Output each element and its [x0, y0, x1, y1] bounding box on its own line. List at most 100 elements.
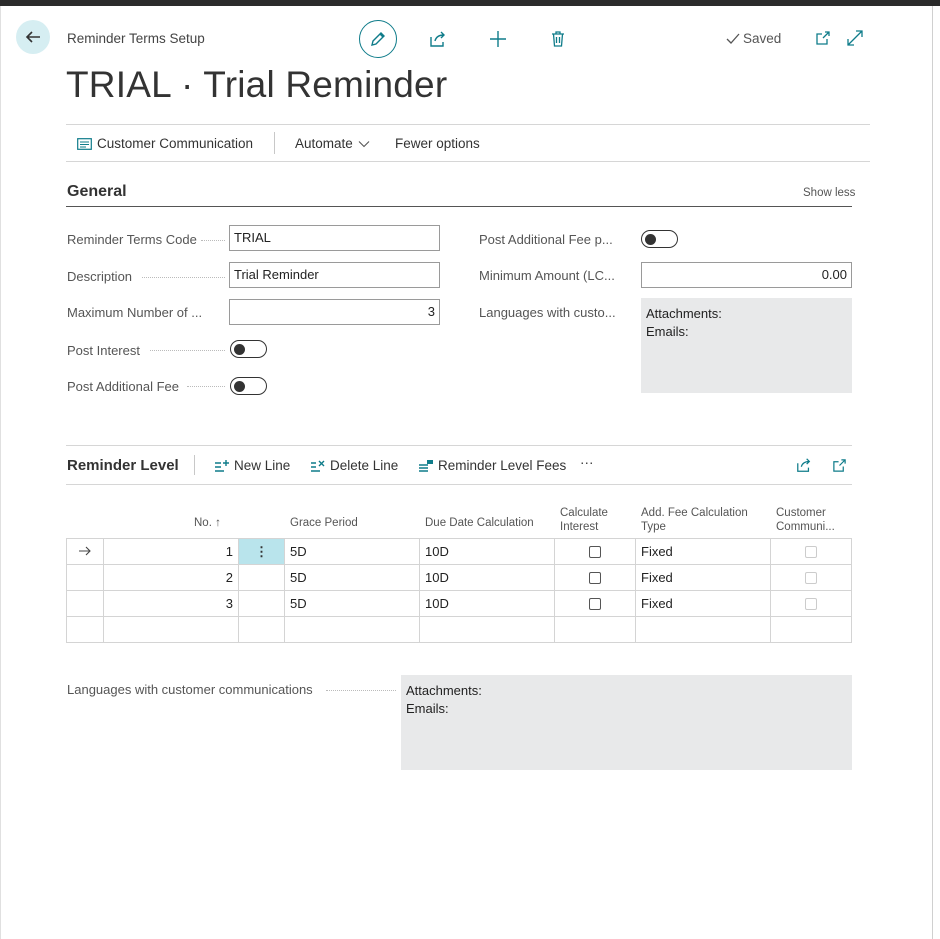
new-button[interactable]	[487, 28, 509, 50]
cell-no[interactable]: 2	[103, 564, 239, 591]
max-number-field[interactable]: 3	[229, 299, 440, 325]
general-section-underline	[66, 206, 852, 207]
languages-label: Languages with custo...	[479, 305, 616, 320]
action-bar-bottom-divider	[66, 161, 870, 162]
edit-button[interactable]	[359, 20, 397, 58]
toggle-knob	[234, 380, 245, 392]
cell-grace-period[interactable]: 5D	[284, 590, 420, 617]
minimum-amount-field[interactable]: 0.00	[641, 262, 852, 288]
cell-add-fee-type[interactable]	[635, 616, 771, 643]
col-header-due-date-calculation[interactable]: Due Date Calculation	[425, 516, 534, 530]
open-new-window-button[interactable]	[813, 28, 833, 48]
checkbox-disabled	[805, 571, 817, 584]
more-options-button[interactable]: ···	[580, 455, 594, 470]
delete-button[interactable]	[547, 28, 569, 50]
footer-attachments-label[interactable]: Attachments:	[406, 682, 847, 700]
checkbox[interactable]	[589, 545, 601, 558]
cell-no[interactable]: 3	[103, 590, 239, 617]
open-new-window-icon	[816, 31, 830, 45]
row-indicator	[66, 538, 104, 565]
footer-languages-label: Languages with customer communications	[67, 682, 313, 697]
cell-grace-period[interactable]	[284, 616, 420, 643]
footer-emails-label[interactable]: Emails:	[406, 700, 847, 718]
checkbox[interactable]	[589, 597, 601, 610]
col-header-line: Communi...	[776, 521, 835, 533]
left-border	[0, 6, 1, 939]
post-interest-label: Post Interest	[67, 343, 140, 358]
checkbox-disabled	[805, 545, 817, 558]
delete-line-button[interactable]: Delete Line	[310, 458, 398, 473]
table-row[interactable]: 2 5D 10D Fixed	[66, 564, 852, 591]
post-additional-fee-toggle[interactable]	[230, 377, 267, 395]
col-header-line: Type	[641, 521, 666, 533]
col-header-calculate-interest[interactable]: Calculate Interest	[560, 506, 608, 534]
fewer-options-label: Fewer options	[395, 136, 480, 151]
new-line-button[interactable]: New Line	[214, 458, 290, 473]
row-actions-cell[interactable]	[238, 616, 285, 643]
cell-calculate-interest[interactable]	[554, 616, 636, 643]
breadcrumb[interactable]: Reminder Terms Setup	[67, 31, 205, 46]
cell-add-fee-type[interactable]: Fixed	[635, 564, 771, 591]
col-header-no[interactable]: No. ↑	[194, 516, 221, 530]
leader-dots	[187, 386, 225, 388]
col-header-grace-period[interactable]: Grace Period	[290, 516, 358, 530]
vertical-ellipsis-icon[interactable]: ⋮	[255, 544, 268, 559]
checkbox[interactable]	[589, 571, 601, 584]
cell-add-fee-type[interactable]: Fixed	[635, 538, 771, 565]
cell-calculate-interest[interactable]	[554, 538, 636, 565]
reminder-level-fees-label: Reminder Level Fees	[438, 458, 567, 473]
cell-add-fee-type[interactable]: Fixed	[635, 590, 771, 617]
post-interest-toggle[interactable]	[230, 340, 267, 358]
fees-icon	[419, 459, 433, 472]
window-top-bar	[0, 0, 940, 6]
table-row[interactable]: 3 5D 10D Fixed	[66, 590, 852, 617]
languages-box[interactable]: Attachments: Emails:	[641, 298, 852, 393]
cell-due-date-calculation[interactable]: 10D	[419, 590, 555, 617]
share-button[interactable]	[427, 28, 449, 50]
col-header-line: Add. Fee Calculation	[641, 507, 748, 519]
emails-label[interactable]: Emails:	[646, 323, 847, 341]
show-less-link[interactable]: Show less	[803, 187, 855, 199]
cell-calculate-interest[interactable]	[554, 564, 636, 591]
description-field[interactable]: Trial Reminder	[229, 262, 440, 288]
pencil-icon	[371, 32, 385, 46]
delete-line-icon	[311, 460, 325, 472]
col-header-customer-communications[interactable]: Customer Communi...	[776, 506, 835, 534]
expand-icon	[847, 30, 863, 46]
open-new-window-icon	[832, 458, 846, 472]
cell-no[interactable]: 1	[103, 538, 239, 565]
cell-calculate-interest[interactable]	[554, 590, 636, 617]
col-header-add-fee-calculation-type[interactable]: Add. Fee Calculation Type	[641, 506, 748, 534]
customer-communication-label: Customer Communication	[97, 136, 254, 151]
row-actions-cell[interactable]	[238, 564, 285, 591]
subpage-expand-button[interactable]	[829, 455, 849, 475]
cell-due-date-calculation[interactable]: 10D	[419, 564, 555, 591]
row-actions-cell[interactable]	[238, 590, 285, 617]
post-add-fee-per-line-toggle[interactable]	[641, 230, 678, 248]
reminder-level-title[interactable]: Reminder Level	[67, 457, 179, 474]
fewer-options-button[interactable]: Fewer options	[395, 136, 480, 151]
row-actions-cell[interactable]: ⋮	[238, 538, 285, 565]
automate-menu[interactable]: Automate	[295, 136, 370, 151]
back-button[interactable]	[16, 20, 50, 54]
cell-due-date-calculation[interactable]: 10D	[419, 538, 555, 565]
cell-customer-communications	[770, 564, 852, 591]
cell-due-date-calculation[interactable]	[419, 616, 555, 643]
footer-languages-box[interactable]: Attachments: Emails:	[401, 675, 852, 770]
automate-label: Automate	[295, 136, 353, 151]
reminder-terms-code-field[interactable]: TRIAL	[229, 225, 440, 251]
general-section-title[interactable]: General	[67, 183, 127, 201]
new-line-icon	[215, 459, 229, 472]
cell-grace-period[interactable]: 5D	[284, 564, 420, 591]
cell-customer-communications	[770, 538, 852, 565]
table-row[interactable]: 1 ⋮ 5D 10D Fixed	[66, 538, 852, 565]
subpage-share-button[interactable]	[794, 455, 814, 475]
minimum-amount-label: Minimum Amount (LC...	[479, 268, 615, 283]
expand-button[interactable]	[845, 28, 865, 48]
attachments-label[interactable]: Attachments:	[646, 305, 847, 323]
reminder-level-fees-button[interactable]: Reminder Level Fees	[418, 458, 566, 473]
customer-communication-menu[interactable]: Customer Communication	[77, 136, 253, 151]
table-row-empty[interactable]	[66, 616, 852, 643]
cell-no[interactable]	[103, 616, 239, 643]
cell-grace-period[interactable]: 5D	[284, 538, 420, 565]
